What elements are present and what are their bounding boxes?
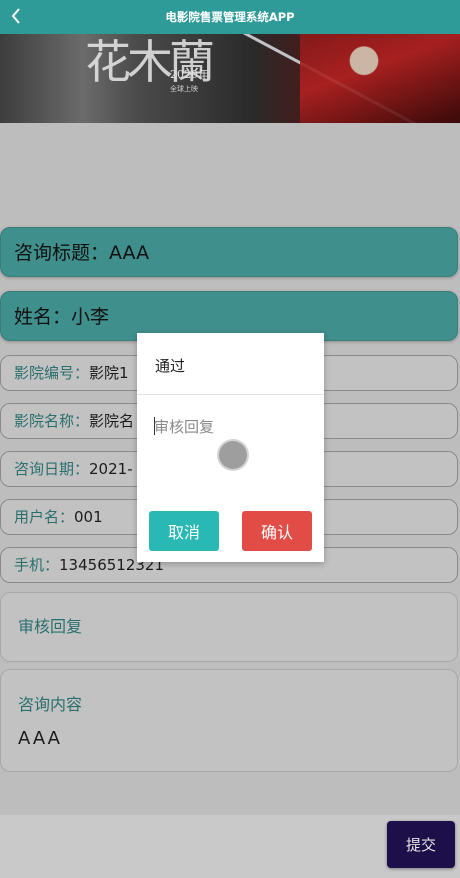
banner-figure xyxy=(300,34,460,123)
consult-title-label: 咨询标题： xyxy=(14,242,110,264)
consult-date-value: 2021- xyxy=(89,460,133,478)
cancel-button[interactable]: 取消 xyxy=(149,511,219,551)
banner-subtext: 全球上映 xyxy=(170,85,198,93)
touch-indicator-icon xyxy=(219,441,247,469)
cinema-name-value: 影院名 xyxy=(89,412,135,430)
username-value: 001 xyxy=(74,508,103,526)
phone-label: 手机： xyxy=(14,556,60,574)
review-dialog: 通过 取消 确认 xyxy=(137,333,324,562)
review-reply-box[interactable]: 审核回复 xyxy=(0,592,458,662)
dialog-divider xyxy=(137,394,324,395)
review-reply-input[interactable] xyxy=(154,415,304,439)
username-label: 用户名： xyxy=(14,508,75,526)
dialog-title: 通过 xyxy=(155,357,186,375)
banner-year: 2020年 xyxy=(170,68,209,81)
name-label: 姓名： xyxy=(14,306,72,328)
top-bar: 电影院售票管理系统APP xyxy=(0,0,460,34)
consult-content-box: 咨询内容 AAA xyxy=(0,669,458,772)
name-value: 小李 xyxy=(71,306,110,328)
consult-content-value: AAA xyxy=(18,728,62,749)
cinema-no-value: 影院1 xyxy=(89,364,129,382)
consult-content-label: 咨询内容 xyxy=(18,695,83,714)
text-cursor xyxy=(154,417,155,435)
confirm-button[interactable]: 确认 xyxy=(242,511,312,551)
consult-title-value: AAA xyxy=(109,242,150,264)
app-title: 电影院售票管理系统APP xyxy=(165,10,295,24)
consult-date-label: 咨询日期： xyxy=(14,460,90,478)
cinema-name-label: 影院名称： xyxy=(14,412,90,430)
consult-title-row: 咨询标题：AAA xyxy=(0,227,458,277)
banner-image: 花木蘭 2020年 全球上映 xyxy=(0,34,460,123)
cinema-no-label: 影院编号： xyxy=(14,364,90,382)
review-reply-label: 审核回复 xyxy=(18,617,83,636)
submit-button[interactable]: 提交 xyxy=(387,821,455,868)
